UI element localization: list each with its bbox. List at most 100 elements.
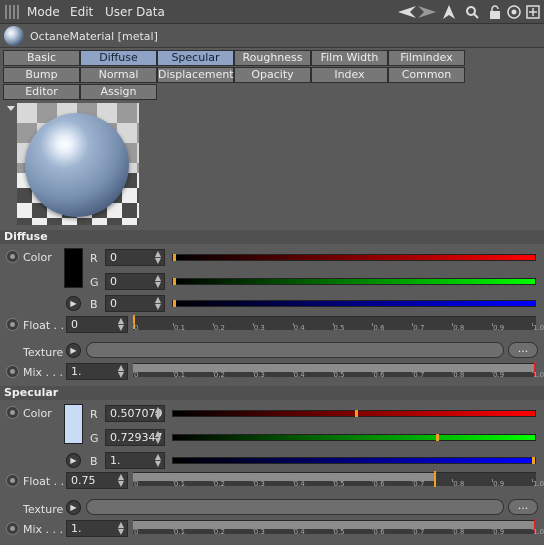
diffuse-r-gradient[interactable] — [172, 254, 536, 261]
tab-specular[interactable]: Specular — [157, 50, 234, 66]
slider-tick-label: 0.6 — [373, 480, 385, 488]
diffuse-mix-input[interactable]: 1. ▲ ▼ — [66, 363, 128, 380]
diffuse-texture-slot[interactable] — [86, 342, 504, 358]
tab-roughness[interactable]: Roughness — [234, 50, 311, 66]
specular-g-gradient[interactable] — [172, 434, 536, 441]
specular-r-input[interactable]: 0.507079 ▲ ▼ — [105, 405, 165, 422]
specular-r-marker[interactable] — [355, 410, 359, 417]
tab-assign[interactable]: Assign — [80, 84, 157, 100]
diffuse-b-marker[interactable] — [173, 300, 176, 307]
tab-basic[interactable]: Basic — [3, 50, 80, 66]
specular-color-anim-toggle[interactable] — [6, 406, 19, 419]
slider-tick-label: 0.9 — [493, 528, 505, 536]
slider-tick-label: 0.7 — [413, 371, 425, 379]
tab-index[interactable]: Index — [311, 67, 388, 83]
tab-diffuse[interactable]: Diffuse — [80, 50, 157, 66]
menu-user-data[interactable]: User Data — [105, 5, 165, 19]
specular-color-swatch[interactable] — [64, 404, 83, 444]
specular-float-value: 0.75 — [71, 474, 96, 487]
slider-tick-label: 1.0 — [533, 371, 544, 379]
diffuse-b-input[interactable]: 0 ▲ ▼ — [105, 295, 165, 312]
specular-texture-browse-button[interactable]: ... — [508, 499, 538, 515]
specular-float-anim-toggle[interactable] — [6, 474, 19, 487]
menu-mode[interactable]: Mode — [27, 5, 60, 19]
slider-tick-label: 0.5 — [333, 371, 345, 379]
specular-b-input[interactable]: 1. ▲ ▼ — [105, 452, 165, 469]
diffuse-g-gradient[interactable] — [172, 278, 536, 285]
slider-tick-label: 0 — [134, 528, 139, 536]
diffuse-b-gradient[interactable] — [172, 300, 536, 307]
diffuse-g-value: 0 — [110, 275, 117, 288]
material-icon — [4, 26, 24, 46]
specular-mix-value: 1. — [71, 522, 82, 535]
slider-tick-label: 0.6 — [373, 528, 385, 536]
diffuse-texture-menu-button[interactable]: ▶ — [66, 343, 81, 358]
object-title-bar: OctaneMaterial [metal] — [0, 24, 544, 48]
diffuse-color-anim-toggle[interactable] — [6, 250, 19, 263]
slider-tick-label: 0.1 — [173, 324, 186, 332]
search-icon[interactable] — [463, 3, 481, 21]
diffuse-texture-browse-button[interactable]: ... — [508, 342, 538, 358]
collapse-arrow-icon[interactable] — [7, 106, 15, 111]
diffuse-float-input[interactable]: 0 ▲ ▼ — [66, 316, 128, 333]
slider-tick-label: 0.2 — [213, 371, 225, 379]
slider-tick-label: 0.2 — [213, 528, 225, 536]
pointer-icon[interactable] — [440, 3, 458, 21]
slider-tick-label: 0.1 — [173, 528, 186, 536]
specular-g-input[interactable]: 0.729347 ▲ ▼ — [105, 429, 165, 446]
specular-texture-menu-button[interactable]: ▶ — [66, 500, 81, 515]
specular-mix-anim-toggle[interactable] — [6, 522, 19, 535]
tab-bump[interactable]: Bump — [3, 67, 80, 83]
slider-tick-label: 0.5 — [333, 528, 345, 536]
diffuse-color-mode-button[interactable]: ▶ — [66, 296, 81, 311]
diffuse-g-input[interactable]: 0 ▲ ▼ — [105, 273, 165, 290]
specular-texture-slot[interactable] — [86, 499, 504, 515]
diffuse-mix-slider[interactable]: 0 0.1 0.2 0.3 0.4 0.5 0.6 0.7 0.8 0.9 1.0 — [133, 362, 544, 379]
diffuse-r-input[interactable]: 0 ▲ ▼ — [105, 249, 165, 266]
tab-normal[interactable]: Normal — [80, 67, 157, 83]
slider-tick-label: 0.4 — [293, 528, 305, 536]
forward-arrow-icon[interactable] — [418, 3, 436, 21]
tab-opacity[interactable]: Opacity — [234, 67, 311, 83]
menu-bar: Mode Edit User Data — [0, 0, 544, 24]
specular-b-label: B — [90, 455, 98, 468]
specular-float-slider[interactable]: 0 0.1 0.2 0.3 0.4 0.5 0.6 0.7 0.8 0.9 1.0 — [133, 471, 544, 488]
specular-mix-slider[interactable]: 0 0.1 0.2 0.3 0.4 0.5 0.6 0.7 0.8 0.9 1.0 — [133, 519, 544, 536]
tab-displacement[interactable]: Displacement — [157, 67, 234, 83]
new-window-icon[interactable] — [524, 3, 542, 21]
specular-b-marker[interactable] — [532, 457, 535, 464]
tab-film-width[interactable]: Film Width — [311, 50, 388, 66]
preview-sphere — [25, 113, 129, 217]
tab-editor[interactable]: Editor — [3, 84, 80, 100]
slider-tick-label: 0 — [134, 324, 139, 332]
back-arrow-icon[interactable] — [398, 3, 416, 21]
grip-icon[interactable] — [5, 5, 19, 19]
diffuse-color-swatch[interactable] — [64, 248, 83, 288]
slider-tick-label: 0.7 — [413, 528, 425, 536]
diffuse-g-marker[interactable] — [173, 278, 176, 285]
diffuse-texture-label: Texture — [23, 346, 64, 359]
diffuse-mix-anim-toggle[interactable] — [6, 365, 19, 378]
slider-tick-label: 0.6 — [373, 371, 385, 379]
diffuse-float-slider[interactable]: 0 0.1 0.2 0.3 0.4 0.5 0.6 0.7 0.8 0.9 1.0 — [133, 315, 544, 332]
menu-edit[interactable]: Edit — [70, 5, 93, 19]
tab-filmindex[interactable]: Filmindex — [388, 50, 465, 66]
diffuse-float-anim-toggle[interactable] — [6, 318, 19, 331]
slider-tick-label: 0.7 — [413, 324, 425, 332]
specular-b-gradient[interactable] — [172, 457, 536, 464]
diffuse-r-marker[interactable] — [173, 254, 176, 261]
specular-mix-input[interactable]: 1. ▲ ▼ — [66, 520, 128, 537]
slider-tick-label: 0.8 — [453, 528, 465, 536]
specular-float-input[interactable]: 0.75 ▲ ▼ — [66, 472, 128, 489]
specular-float-handle[interactable] — [434, 471, 437, 487]
specular-g-marker[interactable] — [435, 434, 439, 441]
specular-r-gradient[interactable] — [172, 410, 536, 417]
diffuse-color-label: Color — [23, 251, 52, 264]
diffuse-r-label: R — [90, 252, 98, 265]
specular-r-label: R — [90, 408, 98, 421]
tab-common[interactable]: Common — [388, 67, 465, 83]
target-icon[interactable] — [505, 3, 523, 21]
lock-icon[interactable] — [486, 3, 504, 21]
diffuse-float-label: Float . . — [23, 319, 65, 332]
specular-color-mode-button[interactable]: ▶ — [66, 453, 81, 468]
